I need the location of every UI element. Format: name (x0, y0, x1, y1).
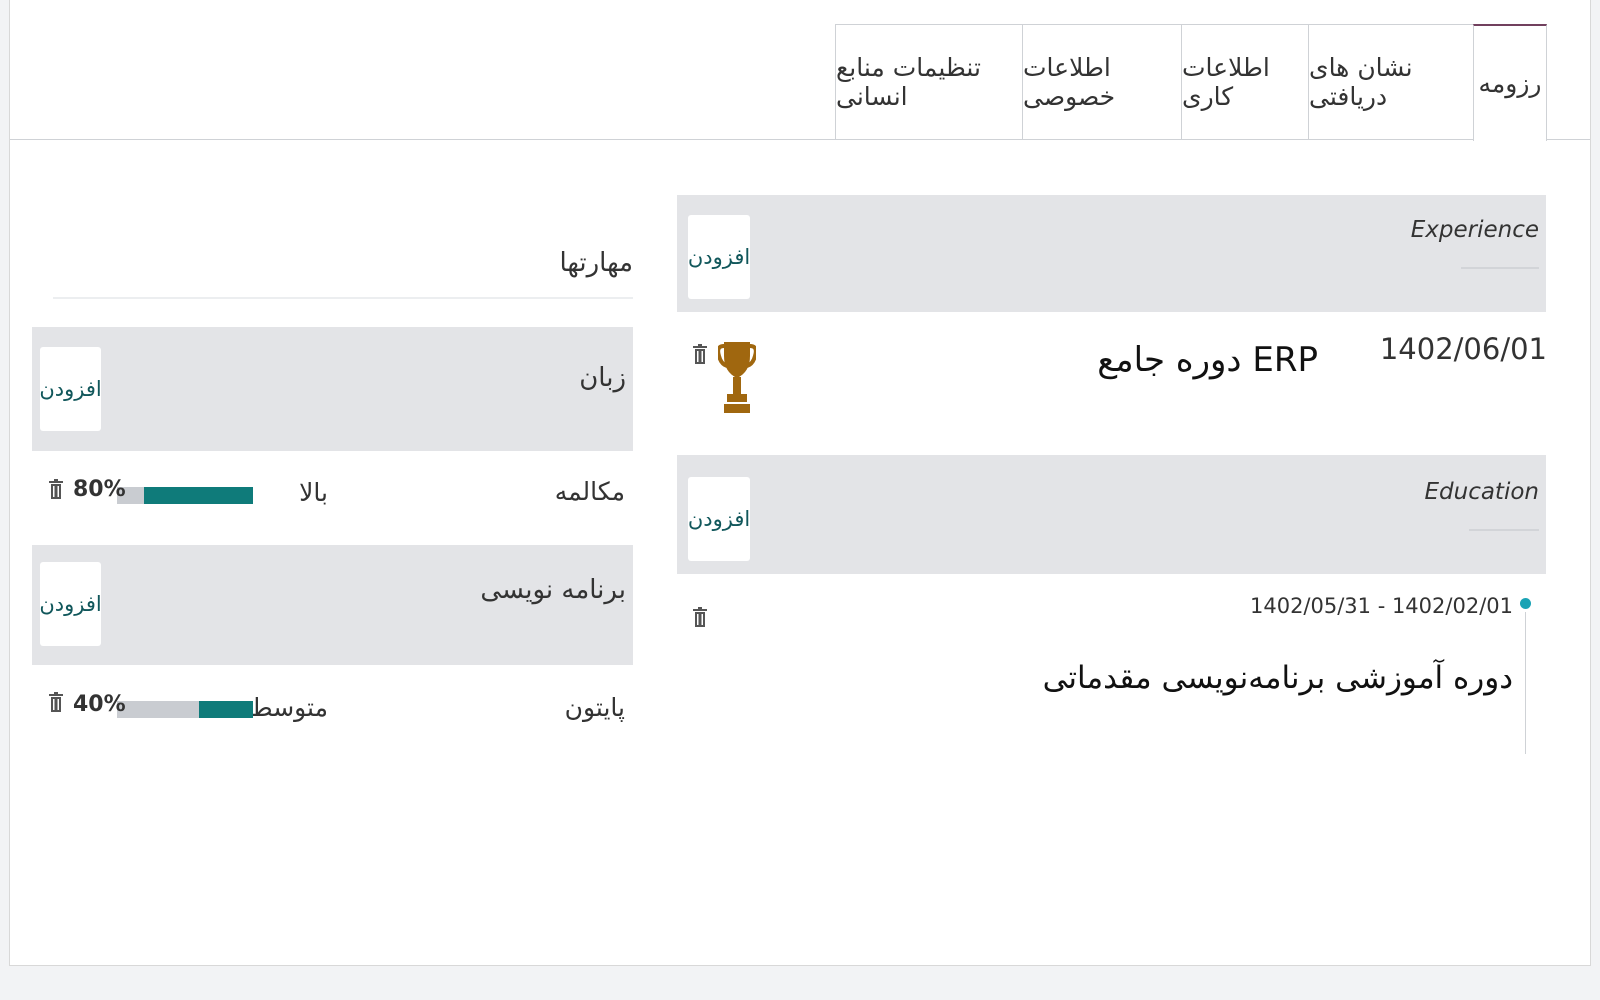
trash-icon[interactable] (693, 344, 707, 364)
employee-form-sheet: رزومه نشان های دریافتی اطلاعات کاری اطلا… (9, 0, 1591, 966)
skill-progress-label: 80% (73, 477, 126, 502)
tab-badges[interactable]: نشان های دریافتی (1308, 24, 1474, 139)
skill-group-header: زبان افزودن (32, 327, 633, 451)
experience-underline (1461, 267, 1539, 269)
skill-group-name: برنامه نویسی (480, 575, 626, 605)
skill-level: بالا (299, 478, 328, 507)
education-add-button[interactable]: افزودن (688, 477, 750, 561)
trash-icon[interactable] (49, 479, 63, 499)
skill-name[interactable]: مکالمه (555, 477, 625, 506)
timeline-dot (1520, 598, 1531, 609)
tab-label: اطلاعات کاری (1182, 53, 1270, 111)
notebook-tabs: رزومه نشان های دریافتی اطلاعات کاری اطلا… (835, 24, 1547, 141)
trophy-icon (718, 342, 756, 413)
education-header: Education افزودن (677, 455, 1546, 574)
education-underline (1469, 529, 1539, 531)
tab-label: تنظیمات منابع انسانی (836, 53, 981, 111)
skill-progress-bar (117, 487, 253, 504)
skills-underline (53, 297, 633, 299)
experience-header: Experience افزودن (677, 195, 1546, 312)
tab-hr-settings[interactable]: تنظیمات منابع انسانی (835, 24, 1023, 139)
skill-progress-fill (144, 487, 253, 504)
trash-icon[interactable] (49, 692, 63, 712)
tab-label: نشان های دریافتی (1309, 53, 1413, 111)
experience-name[interactable]: دوره جامع ERP (1097, 340, 1318, 380)
education-date-range: 1402/05/31 - 1402/02/01 (1249, 594, 1513, 618)
trash-icon[interactable] (693, 607, 707, 627)
skills-title: مهارتها (559, 248, 633, 278)
skill-progress-label: 40% (73, 692, 126, 717)
experience-date: 1402/06/01 (1379, 332, 1547, 366)
skill-level: متوسط (249, 693, 328, 722)
skill-name[interactable]: پایتون (565, 693, 625, 722)
skill-progress-fill (198, 701, 253, 718)
tab-label: اطلاعات خصوصی (1023, 53, 1116, 111)
timeline-line (1525, 612, 1526, 754)
skill-group-header: برنامه نویسی افزودن (32, 545, 633, 665)
education-title: Education (1424, 479, 1539, 505)
tab-work-information[interactable]: اطلاعات کاری (1181, 24, 1309, 139)
tabs-divider (10, 139, 1590, 140)
experience-add-button[interactable]: افزودن (688, 215, 750, 299)
tab-resume[interactable]: رزومه (1473, 24, 1547, 141)
skill-group-add-button[interactable]: افزودن (39, 562, 102, 646)
experience-title: Experience (1410, 217, 1539, 243)
tab-label: رزومه (1478, 69, 1542, 98)
education-name[interactable]: دوره آموزشی برنامه‌نویسی مقدماتی (1043, 660, 1513, 696)
tab-private-information[interactable]: اطلاعات خصوصی (1022, 24, 1182, 139)
skill-group-add-button[interactable]: افزودن (39, 347, 102, 431)
skill-group-name: زبان (579, 363, 626, 393)
skill-progress-bar (117, 701, 253, 718)
